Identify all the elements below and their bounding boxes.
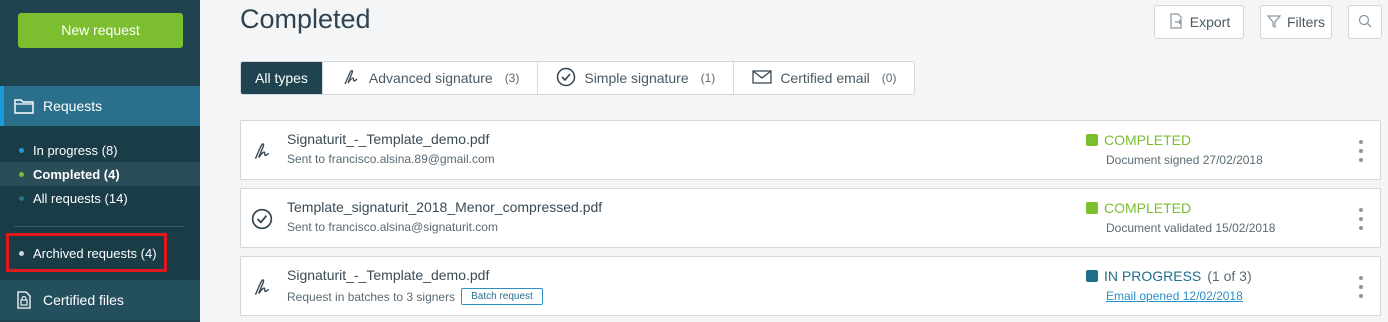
sidebar-item-label: In progress (8): [33, 142, 118, 158]
row-menu-icon[interactable]: [1357, 276, 1365, 298]
new-request-button[interactable]: New request: [18, 13, 183, 48]
highlight-box: [6, 233, 167, 272]
status-progress: (1 of 3): [1207, 268, 1252, 284]
filters-button[interactable]: Filters: [1260, 5, 1332, 39]
status-text: COMPLETED: [1104, 132, 1192, 148]
sidebar-item-in-progress[interactable]: In progress (8): [0, 138, 200, 162]
status-detail: Document validated 15/02/2018: [1106, 221, 1276, 235]
tab-all-types[interactable]: All types: [241, 62, 323, 94]
tab-certified-email[interactable]: Certified email (0): [734, 62, 914, 94]
tab-advanced-signature[interactable]: Advanced signature (3): [323, 62, 539, 94]
check-circle-icon: [251, 208, 273, 230]
filter-icon: [1266, 14, 1282, 31]
sidebar-divider: [14, 226, 185, 227]
row-menu-icon[interactable]: [1357, 208, 1365, 230]
status-dot: [19, 147, 24, 153]
tab-simple-signature[interactable]: Simple signature (1): [538, 62, 735, 94]
search-icon: [1358, 14, 1372, 31]
signature-icon: [341, 67, 361, 90]
export-button[interactable]: Export: [1154, 5, 1244, 39]
status-text: IN PROGRESS: [1104, 268, 1202, 284]
signature-icon: [251, 140, 273, 162]
status-detail: Document signed 27/02/2018: [1106, 153, 1263, 167]
status-badge: COMPLETED: [1086, 200, 1191, 216]
request-row[interactable]: Signaturit_-_Template_demo.pdf Request i…: [240, 256, 1381, 316]
signature-icon: [251, 276, 273, 298]
tab-label: Simple signature: [584, 70, 689, 86]
request-filename[interactable]: Signaturit_-_Template_demo.pdf: [287, 267, 489, 283]
status-dot: [19, 171, 24, 177]
folder-icon: [13, 97, 35, 115]
status-dot: [19, 195, 24, 201]
request-recipient: Request in batches to 3 signers Batch re…: [287, 288, 543, 305]
sidebar-section-certified-files[interactable]: Certified files: [0, 280, 200, 320]
sidebar-section-requests[interactable]: Requests: [0, 86, 200, 126]
sidebar-item-all-requests[interactable]: All requests (14): [0, 186, 200, 210]
tab-label: Advanced signature: [368, 70, 493, 86]
sidebar: New request Requests In progress (8) Com…: [0, 0, 200, 322]
row-menu-icon[interactable]: [1357, 140, 1365, 162]
filters-label: Filters: [1286, 14, 1326, 30]
status-square: [1086, 270, 1098, 282]
sidebar-item-label: All requests (14): [33, 190, 128, 206]
tab-count: (0): [881, 71, 897, 85]
search-button[interactable]: [1348, 5, 1382, 39]
page-title: Completed: [240, 4, 371, 34]
sidebar-certified-label: Certified files: [43, 292, 124, 308]
status-square: [1086, 202, 1098, 214]
certified-file-icon: [13, 291, 35, 309]
status-detail-link[interactable]: Email opened 12/02/2018: [1106, 289, 1243, 303]
status-square: [1086, 134, 1098, 146]
batch-request-badge: Batch request: [461, 288, 543, 305]
export-icon: [1168, 12, 1184, 32]
status-badge: COMPLETED: [1086, 132, 1191, 148]
sidebar-requests-label: Requests: [43, 98, 103, 114]
tab-count: (1): [700, 71, 716, 85]
envelope-icon: [752, 69, 772, 88]
request-recipient: Sent to francisco.alsina@signaturit.com: [287, 220, 498, 234]
check-circle-icon: [556, 67, 576, 90]
type-tabs: All types Advanced signature (3) Simple …: [240, 61, 916, 95]
status-text: COMPLETED: [1104, 200, 1192, 216]
status-badge: IN PROGRESS (1 of 3): [1086, 268, 1252, 284]
request-row[interactable]: Signaturit_-_Template_demo.pdf Sent to f…: [240, 120, 1381, 180]
request-row[interactable]: Template_signaturit_2018_Menor_compresse…: [240, 188, 1381, 248]
request-filename[interactable]: Signaturit_-_Template_demo.pdf: [287, 131, 489, 147]
tab-label: Certified email: [780, 70, 870, 86]
sidebar-item-completed[interactable]: Completed (4): [0, 162, 200, 186]
tab-label: All types: [255, 70, 308, 86]
export-label: Export: [1189, 14, 1231, 30]
tab-count: (3): [504, 71, 520, 85]
request-filename[interactable]: Template_signaturit_2018_Menor_compresse…: [287, 199, 602, 215]
sidebar-item-label: Completed (4): [33, 166, 120, 182]
request-recipient: Sent to francisco.alsina.89@gmail.com: [287, 152, 495, 166]
